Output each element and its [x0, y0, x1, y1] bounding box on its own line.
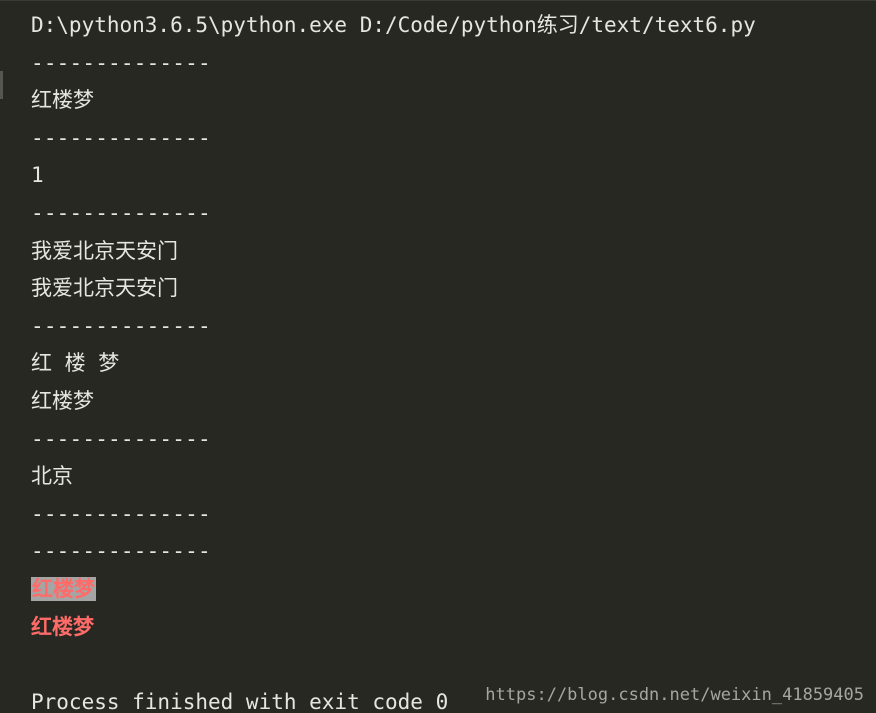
console-line: --------------	[31, 421, 756, 459]
separator-text: --------------	[31, 125, 211, 150]
console-line: 红楼梦	[31, 82, 756, 120]
output-text: D:\python3.6.5\python.exe D:/Code/python…	[31, 13, 756, 37]
separator-text: --------------	[31, 539, 211, 564]
console-line: --------------	[31, 533, 756, 571]
console-line: 红楼梦	[31, 571, 756, 609]
separator-text: --------------	[31, 426, 211, 451]
separator-text: --------------	[31, 313, 211, 338]
output-text: 红 楼 梦	[31, 351, 120, 376]
console-line: --------------	[31, 45, 756, 83]
colored-output-text: 红楼梦	[31, 614, 94, 639]
console-line: D:\python3.6.5\python.exe D:/Code/python…	[31, 7, 756, 45]
console-gutter-marker	[0, 71, 3, 99]
highlighted-output-text: 红楼梦	[31, 576, 96, 601]
separator-text: --------------	[31, 200, 211, 225]
console-line: --------------	[31, 496, 756, 534]
output-text: 1	[31, 163, 44, 188]
output-text: 红楼梦	[31, 88, 94, 113]
console-line: 红 楼 梦	[31, 345, 756, 383]
separator-text: --------------	[31, 501, 211, 526]
separator-text: --------------	[31, 50, 211, 75]
output-text: 北京	[31, 464, 73, 489]
console-line: 我爱北京天安门	[31, 233, 756, 271]
output-text: Process finished with exit code 0	[31, 689, 449, 713]
console-line: 我爱北京天安门	[31, 270, 756, 308]
console-line: --------------	[31, 195, 756, 233]
console-line: --------------	[31, 120, 756, 158]
console-line: 红楼梦	[31, 383, 756, 421]
output-text: 我爱北京天安门	[31, 238, 178, 263]
console-line: 北京	[31, 458, 756, 496]
console-line: 1	[31, 157, 756, 195]
console-line: 红楼梦	[31, 609, 756, 647]
output-text: 我爱北京天安门	[31, 276, 178, 301]
output-text: 红楼梦	[31, 388, 94, 413]
run-console[interactable]: D:\python3.6.5\python.exe D:/Code/python…	[0, 0, 876, 713]
console-line: --------------	[31, 308, 756, 346]
console-output[interactable]: D:\python3.6.5\python.exe D:/Code/python…	[31, 7, 756, 713]
watermark: https://blog.csdn.net/weixin_41859405	[485, 685, 864, 705]
